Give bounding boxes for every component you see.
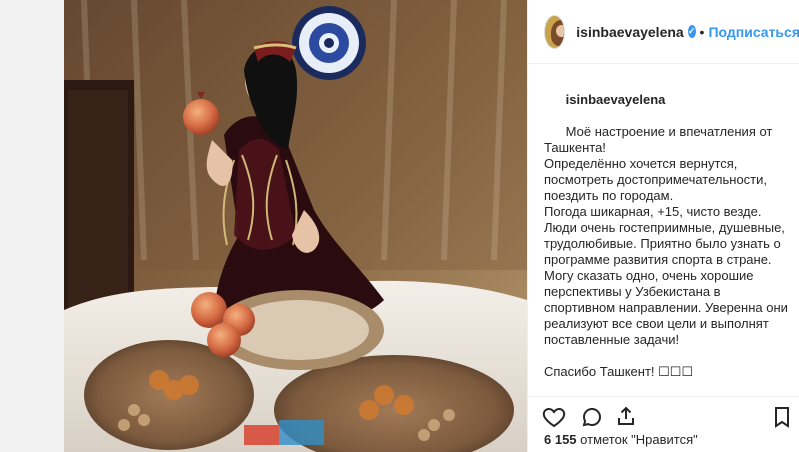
post-caption: isinbaevayelena Моё настроение и впечатл…	[544, 76, 789, 394]
username[interactable]: isinbaevayelena	[576, 24, 683, 40]
post-actions	[528, 396, 799, 436]
heart-icon[interactable]	[542, 405, 566, 429]
likes-line[interactable]: 6 155 отметок "Нравится"	[544, 432, 698, 447]
instagram-post-modal: isinbaevayelena ✓ • Подписаться isinbaev…	[0, 0, 799, 452]
caption-space	[566, 108, 570, 123]
likes-count: 6 155	[544, 432, 577, 447]
post-photo-illustration	[64, 0, 527, 452]
avatar[interactable]	[544, 14, 566, 49]
bookmark-icon[interactable]	[770, 405, 794, 429]
avatar-face	[556, 24, 565, 37]
post-side-panel: isinbaevayelena ✓ • Подписаться isinbaev…	[527, 0, 799, 452]
follow-button[interactable]: Подписаться	[708, 24, 799, 40]
post-photo[interactable]	[64, 0, 527, 452]
dot-separator: •	[699, 23, 705, 40]
verified-badge-icon: ✓	[687, 25, 696, 38]
likes-text: отметок "Нравится"	[580, 432, 698, 447]
caption-text: Моё настроение и впечатления от Ташкента…	[544, 124, 788, 379]
caption-username[interactable]: isinbaevayelena	[566, 92, 666, 107]
post-header: isinbaevayelena ✓ • Подписаться	[528, 0, 799, 64]
share-icon[interactable]	[614, 405, 638, 429]
comment-icon[interactable]	[580, 405, 604, 429]
